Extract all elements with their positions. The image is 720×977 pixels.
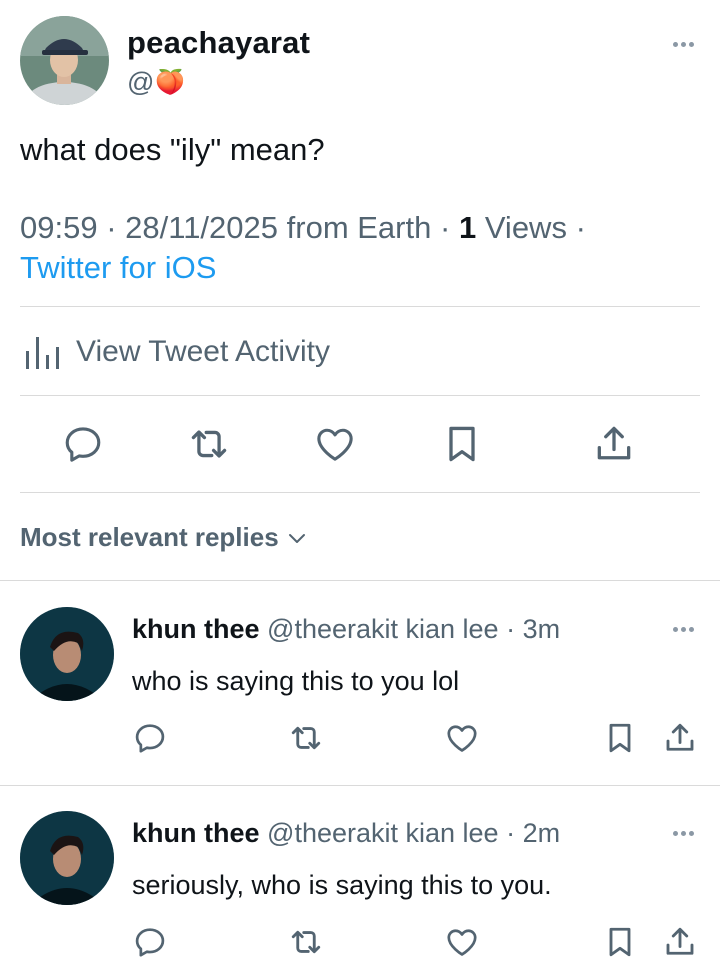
reply-avatar[interactable] bbox=[20, 607, 114, 701]
meta-separator: · bbox=[439, 210, 451, 245]
reply-text: seriously, who is saying this to you. bbox=[132, 870, 552, 900]
tweet-meta: 09:59 · 28/11/2025 from Earth · 1 Views … bbox=[20, 208, 700, 288]
share-button[interactable] bbox=[662, 924, 698, 960]
handle-prefix: @ bbox=[127, 67, 155, 97]
divider bbox=[0, 580, 720, 581]
replies-sort-dropdown[interactable]: Most relevant replies bbox=[20, 522, 309, 553]
bookmark-icon bbox=[609, 723, 631, 753]
like-button[interactable] bbox=[444, 720, 480, 756]
author-handle[interactable]: @ 🍑 bbox=[127, 67, 185, 98]
tweet-source-link[interactable]: Twitter for iOS bbox=[20, 250, 216, 285]
share-button[interactable] bbox=[592, 422, 636, 466]
reply-separator: · bbox=[506, 614, 516, 644]
tweet-time: 09:59 bbox=[20, 210, 98, 245]
more-icon[interactable] bbox=[673, 831, 694, 836]
retweet-button[interactable] bbox=[287, 924, 325, 960]
tweet-date: 28/11/2025 bbox=[125, 210, 279, 245]
like-icon bbox=[317, 428, 353, 461]
bookmark-button[interactable] bbox=[602, 720, 638, 756]
share-icon bbox=[666, 927, 694, 955]
like-icon bbox=[447, 725, 477, 752]
reply-icon bbox=[135, 928, 165, 957]
more-icon[interactable] bbox=[673, 42, 694, 47]
bookmark-button[interactable] bbox=[602, 924, 638, 960]
view-tweet-activity[interactable]: View Tweet Activity bbox=[24, 332, 330, 372]
handle-emoji: 🍑 bbox=[155, 69, 186, 96]
bookmark-icon bbox=[449, 426, 475, 462]
bookmark-icon bbox=[609, 927, 631, 957]
chart-icon bbox=[24, 333, 62, 371]
like-button[interactable] bbox=[444, 924, 480, 960]
reply-separator: · bbox=[506, 818, 516, 848]
reply-text: who is saying this to you lol bbox=[132, 666, 460, 696]
reply-header: khun thee @theerakit kian lee · 3m bbox=[132, 614, 560, 645]
reply-avatar[interactable] bbox=[20, 811, 114, 905]
views-label: Views bbox=[484, 210, 567, 245]
divider bbox=[20, 306, 700, 307]
meta-separator: · bbox=[106, 210, 117, 245]
share-icon bbox=[666, 723, 694, 751]
retweet-button[interactable] bbox=[287, 720, 325, 756]
retweet-icon bbox=[291, 930, 321, 954]
more-icon[interactable] bbox=[673, 627, 694, 632]
reply-icon bbox=[65, 427, 101, 462]
like-button[interactable] bbox=[313, 422, 357, 466]
reply-author-name[interactable]: khun thee bbox=[132, 614, 260, 644]
retweet-button[interactable] bbox=[186, 422, 232, 466]
retweet-icon bbox=[191, 430, 227, 458]
view-tweet-activity-label: View Tweet Activity bbox=[76, 335, 331, 368]
replies-sort-label: Most relevant replies bbox=[20, 522, 279, 552]
reply-button[interactable] bbox=[132, 720, 168, 756]
divider bbox=[0, 785, 720, 786]
bookmark-button[interactable] bbox=[440, 422, 484, 466]
reply-author-name[interactable]: khun thee bbox=[132, 818, 260, 848]
tweet-location: from Earth bbox=[286, 210, 432, 245]
share-button[interactable] bbox=[662, 720, 698, 756]
reply-button[interactable] bbox=[132, 924, 168, 960]
reply-time: 3m bbox=[522, 614, 561, 644]
divider bbox=[20, 395, 700, 396]
author-display-name[interactable]: peachayarat bbox=[127, 25, 310, 61]
reply-button[interactable] bbox=[61, 422, 105, 466]
views-count: 1 bbox=[458, 210, 477, 245]
reply-author-handle[interactable]: @theerakit kian lee bbox=[267, 818, 499, 848]
chevron-down-icon bbox=[285, 526, 309, 550]
tweet-text: what does "ily" mean? bbox=[20, 132, 325, 167]
retweet-icon bbox=[291, 726, 321, 750]
reply-icon bbox=[135, 724, 165, 753]
divider bbox=[20, 492, 700, 493]
reply-header: khun thee @theerakit kian lee · 2m bbox=[132, 818, 560, 849]
reply-author-handle[interactable]: @theerakit kian lee bbox=[267, 614, 499, 644]
share-icon bbox=[597, 426, 631, 460]
like-icon bbox=[447, 929, 477, 956]
author-avatar[interactable] bbox=[20, 16, 109, 105]
meta-separator: · bbox=[575, 210, 586, 245]
reply-time: 2m bbox=[522, 818, 561, 848]
